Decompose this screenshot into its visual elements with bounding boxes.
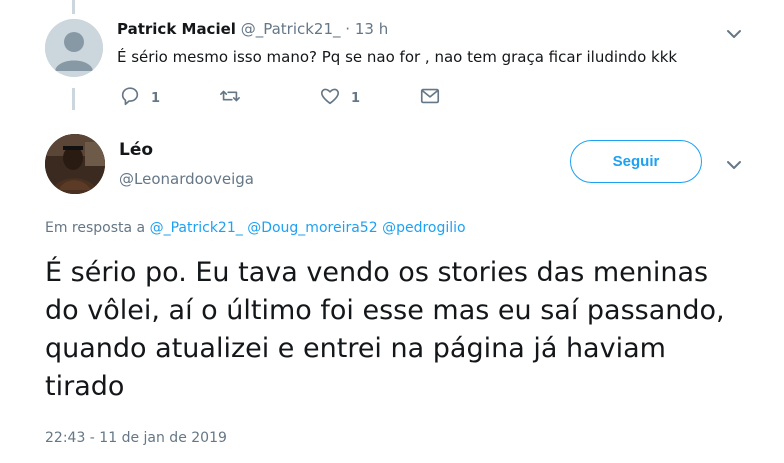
reply-author-name[interactable]: Patrick Maciel <box>117 20 236 38</box>
default-avatar[interactable] <box>45 19 103 77</box>
reply-author-handle[interactable]: @_Patrick21_ <box>241 20 341 38</box>
like-count: 1 <box>351 90 361 106</box>
leo-avatar[interactable] <box>45 134 105 194</box>
reply-menu-chevron-down-icon[interactable] <box>724 24 744 44</box>
reply-header: Patrick Maciel @_Patrick21_ · 13 h <box>117 20 388 38</box>
follow-button[interactable]: Seguir <box>570 140 702 183</box>
mention-link[interactable]: @_Patrick21_ <box>150 220 243 236</box>
tweet-author-name[interactable]: Léo <box>119 140 153 160</box>
in-reply-prefix: Em resposta a <box>45 220 146 236</box>
tweet-menu-chevron-down-icon[interactable] <box>724 155 744 175</box>
tweet-timestamp[interactable]: 22:43 - 11 de jan de 2019 <box>45 430 227 446</box>
retweet-icon <box>219 85 241 111</box>
thread-connector <box>72 88 75 110</box>
reply-time[interactable]: 13 h <box>355 20 388 38</box>
tweet-text: É sério po. Eu tava vendo os stories das… <box>45 257 725 402</box>
reply-action-retweet[interactable] <box>219 86 241 110</box>
reply-action-dm[interactable] <box>419 86 441 110</box>
tweet-author-handle[interactable]: @Leonardooveiga <box>119 170 254 188</box>
reply-action-like[interactable]: 1 <box>319 86 360 110</box>
reply-tweet[interactable]: Patrick Maciel @_Patrick21_ · 13 h É sér… <box>0 0 784 120</box>
reply-action-comment[interactable]: 1 <box>119 86 160 110</box>
reply-text: É sério mesmo isso mano? Pq se nao for ,… <box>117 48 678 66</box>
reply-separator: · <box>345 20 351 38</box>
heart-icon <box>319 85 341 111</box>
main-tweet: Léo @Leonardooveiga Seguir Em resposta a… <box>0 120 784 463</box>
envelope-icon <box>419 85 441 111</box>
comment-icon <box>119 85 141 111</box>
mention-link[interactable]: @Doug_moreira52 <box>247 220 377 236</box>
mention-link[interactable]: @pedrogilio <box>382 220 466 236</box>
in-reply-to: Em resposta a @_Patrick21_ @Doug_moreira… <box>45 220 466 236</box>
reply-count: 1 <box>151 90 161 106</box>
